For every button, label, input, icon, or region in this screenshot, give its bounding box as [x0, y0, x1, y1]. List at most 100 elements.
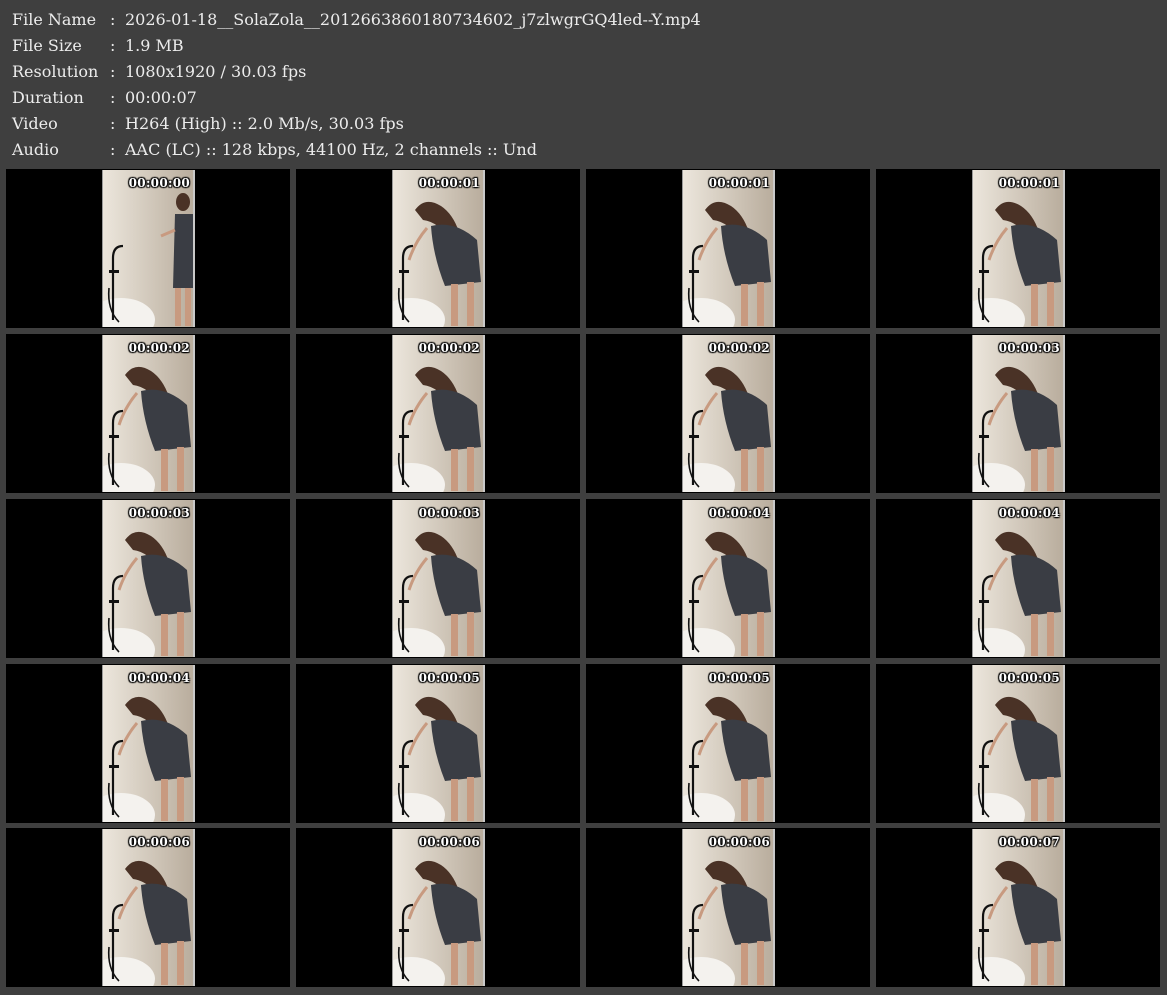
frame-illustration: [103, 335, 193, 492]
thumbnail-timestamp: 00:00:05: [418, 671, 480, 685]
info-label: Duration: [12, 88, 84, 107]
video-frame: 00:00:05: [973, 665, 1063, 822]
thumbnail-cell[interactable]: 00:00:03: [6, 499, 290, 658]
frame-illustration: [393, 500, 483, 657]
thumbnail-timestamp: 00:00:02: [128, 341, 190, 355]
frame-illustration: [683, 665, 773, 822]
video-frame: 00:00:03: [393, 500, 483, 657]
thumbnail-cell[interactable]: 00:00:07: [876, 828, 1160, 987]
frame-illustration: [683, 170, 773, 327]
frame-illustration: [973, 170, 1063, 327]
thumbnail-timestamp: 00:00:04: [998, 506, 1060, 520]
frame-illustration: [393, 335, 483, 492]
thumbnail-timestamp: 00:00:05: [998, 671, 1060, 685]
thumbnail-cell[interactable]: 00:00:04: [876, 499, 1160, 658]
thumbnail-cell[interactable]: 00:00:05: [876, 664, 1160, 823]
info-separator: :: [110, 62, 116, 81]
thumbnail-cell[interactable]: 00:00:01: [296, 169, 580, 328]
info-value-duration: 00:00:07: [125, 88, 197, 107]
video-frame: 00:00:02: [393, 335, 483, 492]
video-frame: 00:00:01: [683, 170, 773, 327]
info-separator: :: [110, 88, 116, 107]
thumbnail-timestamp: 00:00:06: [128, 835, 190, 849]
thumbnail-cell[interactable]: 00:00:06: [296, 828, 580, 987]
video-frame: 00:00:02: [683, 335, 773, 492]
thumbnail-cell[interactable]: 00:00:01: [586, 169, 870, 328]
info-value-file-name: 2026-01-18__SolaZola__201266386018073460…: [125, 10, 701, 29]
thumbnail-timestamp: 00:00:07: [998, 835, 1060, 849]
thumbnail-timestamp: 00:00:03: [128, 506, 190, 520]
info-label: File Size: [12, 36, 82, 55]
thumbnail-cell[interactable]: 00:00:01: [876, 169, 1160, 328]
video-frame: 00:00:04: [683, 500, 773, 657]
info-value-file-size: 1.9 MB: [125, 36, 184, 55]
thumbnail-timestamp: 00:00:00: [128, 176, 190, 190]
frame-illustration: [103, 665, 193, 822]
thumbnail-cell[interactable]: 00:00:05: [296, 664, 580, 823]
thumbnail-timestamp: 00:00:05: [708, 671, 770, 685]
video-frame: 00:00:04: [103, 665, 193, 822]
thumbnail-timestamp: 00:00:03: [998, 341, 1060, 355]
frame-illustration: [683, 829, 773, 986]
video-frame: 00:00:04: [973, 500, 1063, 657]
frame-illustration: [683, 500, 773, 657]
frame-illustration: [393, 829, 483, 986]
thumbnail-timestamp: 00:00:03: [418, 506, 480, 520]
thumbnail-cell[interactable]: 00:00:02: [6, 334, 290, 493]
video-frame: 00:00:01: [393, 170, 483, 327]
video-frame: 00:00:06: [103, 829, 193, 986]
frame-illustration: [103, 500, 193, 657]
info-separator: :: [110, 10, 116, 29]
video-frame: 00:00:03: [973, 335, 1063, 492]
info-separator: :: [110, 36, 116, 55]
thumbnail-cell[interactable]: 00:00:06: [6, 828, 290, 987]
video-frame: 00:00:06: [683, 829, 773, 986]
video-frame: 00:00:05: [393, 665, 483, 822]
info-separator: :: [110, 140, 116, 159]
info-label: Audio: [12, 140, 59, 159]
thumbnail-timestamp: 00:00:02: [708, 341, 770, 355]
video-frame: 00:00:03: [103, 500, 193, 657]
thumbnail-timestamp: 00:00:06: [418, 835, 480, 849]
video-frame: 00:00:07: [973, 829, 1063, 986]
video-frame: 00:00:02: [103, 335, 193, 492]
info-label: Resolution: [12, 62, 99, 81]
frame-illustration: [683, 335, 773, 492]
thumbnail-cell[interactable]: 00:00:04: [6, 664, 290, 823]
thumbnail-timestamp: 00:00:04: [708, 506, 770, 520]
thumbnail-timestamp: 00:00:01: [418, 176, 480, 190]
file-info-panel: File Name : 2026-01-18__SolaZola__201266…: [0, 0, 1167, 166]
frame-illustration: [973, 500, 1063, 657]
video-frame: 00:00:00: [103, 170, 193, 327]
info-value-audio: AAC (LC) :: 128 kbps, 44100 Hz, 2 channe…: [125, 140, 537, 159]
thumbnail-cell[interactable]: 00:00:05: [586, 664, 870, 823]
thumbnail-timestamp: 00:00:06: [708, 835, 770, 849]
video-frame: 00:00:01: [973, 170, 1063, 327]
frame-illustration: [103, 170, 193, 327]
thumbnail-cell[interactable]: 00:00:00: [6, 169, 290, 328]
thumbnail-cell[interactable]: 00:00:03: [296, 499, 580, 658]
info-separator: :: [110, 114, 116, 133]
thumbnail-timestamp: 00:00:01: [998, 176, 1060, 190]
info-value-video: H264 (High) :: 2.0 Mb/s, 30.03 fps: [125, 114, 404, 133]
thumbnail-timestamp: 00:00:01: [708, 176, 770, 190]
thumbnail-cell[interactable]: 00:00:02: [296, 334, 580, 493]
thumbnail-cell[interactable]: 00:00:04: [586, 499, 870, 658]
thumbnail-cell[interactable]: 00:00:03: [876, 334, 1160, 493]
frame-illustration: [103, 829, 193, 986]
frame-illustration: [973, 829, 1063, 986]
thumbnail-cell[interactable]: 00:00:06: [586, 828, 870, 987]
frame-illustration: [973, 665, 1063, 822]
info-label: File Name: [12, 10, 97, 29]
thumbnail-timestamp: 00:00:04: [128, 671, 190, 685]
thumbnail-grid: 00:00:00 00:00:01 00:00:01 00:00:01 00:00:02…: [0, 166, 1167, 995]
info-label: Video: [12, 114, 58, 133]
info-value-resolution: 1080x1920 / 30.03 fps: [125, 62, 307, 81]
frame-illustration: [393, 665, 483, 822]
frame-illustration: [393, 170, 483, 327]
video-frame: 00:00:05: [683, 665, 773, 822]
frame-illustration: [973, 335, 1063, 492]
thumbnail-timestamp: 00:00:02: [418, 341, 480, 355]
video-frame: 00:00:06: [393, 829, 483, 986]
thumbnail-cell[interactable]: 00:00:02: [586, 334, 870, 493]
